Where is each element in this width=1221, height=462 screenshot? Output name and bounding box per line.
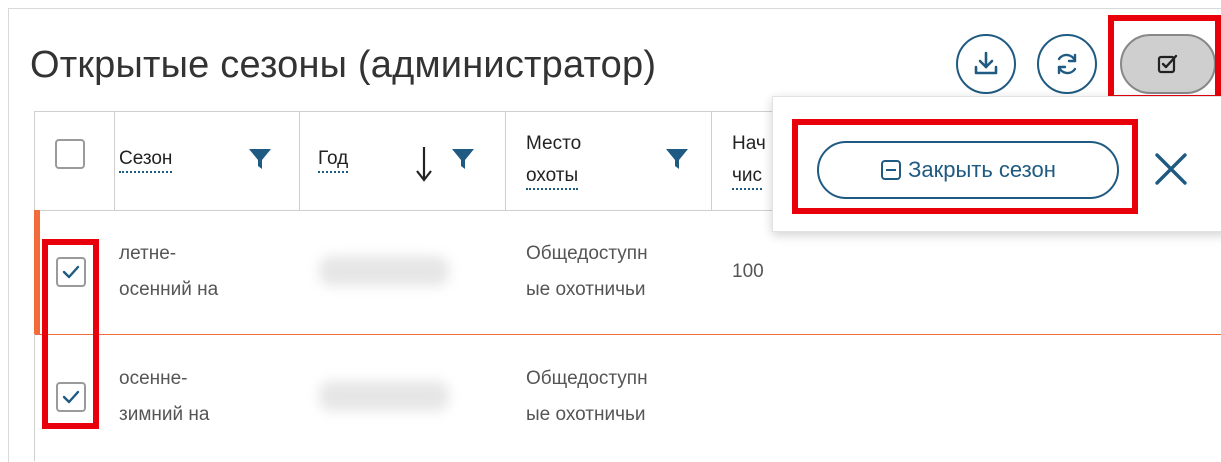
row-selected-marker — [34, 210, 40, 334]
column-start-label: Нач чис — [732, 128, 766, 192]
column-year[interactable]: Год — [300, 112, 506, 210]
select-all-checkbox[interactable] — [55, 139, 85, 169]
minus-square-icon — [881, 160, 902, 180]
header-select-all-cell — [35, 112, 115, 210]
checkmark-icon — [62, 265, 80, 279]
year-cell-redacted — [319, 256, 449, 286]
close-icon[interactable] — [1151, 149, 1191, 189]
filter-icon[interactable] — [450, 146, 476, 172]
column-season[interactable]: Сезон — [115, 112, 300, 210]
page-title: Открытые сезоны (администратор) — [30, 44, 657, 86]
start-cell: 100 — [732, 261, 764, 282]
close-season-button[interactable]: Закрыть сезон — [817, 141, 1119, 199]
refresh-button[interactable] — [1037, 34, 1097, 94]
table-row[interactable]: осенне- зимний на Общедоступн ые охотнич… — [35, 335, 1221, 461]
download-button[interactable] — [956, 34, 1016, 94]
year-cell-redacted — [319, 381, 449, 411]
column-year-label: Год — [318, 144, 349, 174]
place-cell: Общедоступн ые охотничьи — [526, 368, 648, 425]
bulk-actions-popover: Закрыть сезон — [772, 96, 1221, 232]
row-checkbox[interactable] — [56, 257, 86, 287]
selection-mode-button[interactable] — [1120, 34, 1216, 94]
place-cell: Общедоступн ые охотничьи — [526, 243, 648, 300]
filter-icon[interactable] — [664, 146, 690, 172]
filter-icon[interactable] — [247, 146, 273, 172]
column-hunting-place[interactable]: Место охоты — [506, 112, 712, 210]
checkbox-icon — [1157, 54, 1178, 74]
column-hunting-place-label: Место охоты — [526, 128, 581, 192]
close-season-label: Закрыть сезон — [908, 157, 1056, 182]
season-cell: осенне- зимний на — [119, 368, 210, 425]
refresh-icon — [1057, 53, 1077, 75]
checkmark-icon — [62, 390, 80, 404]
sort-descending-icon[interactable] — [412, 144, 436, 184]
download-icon — [974, 51, 998, 75]
column-season-label: Сезон — [119, 144, 173, 174]
season-cell: летне- осенний на — [119, 243, 219, 300]
row-checkbox[interactable] — [56, 382, 86, 412]
